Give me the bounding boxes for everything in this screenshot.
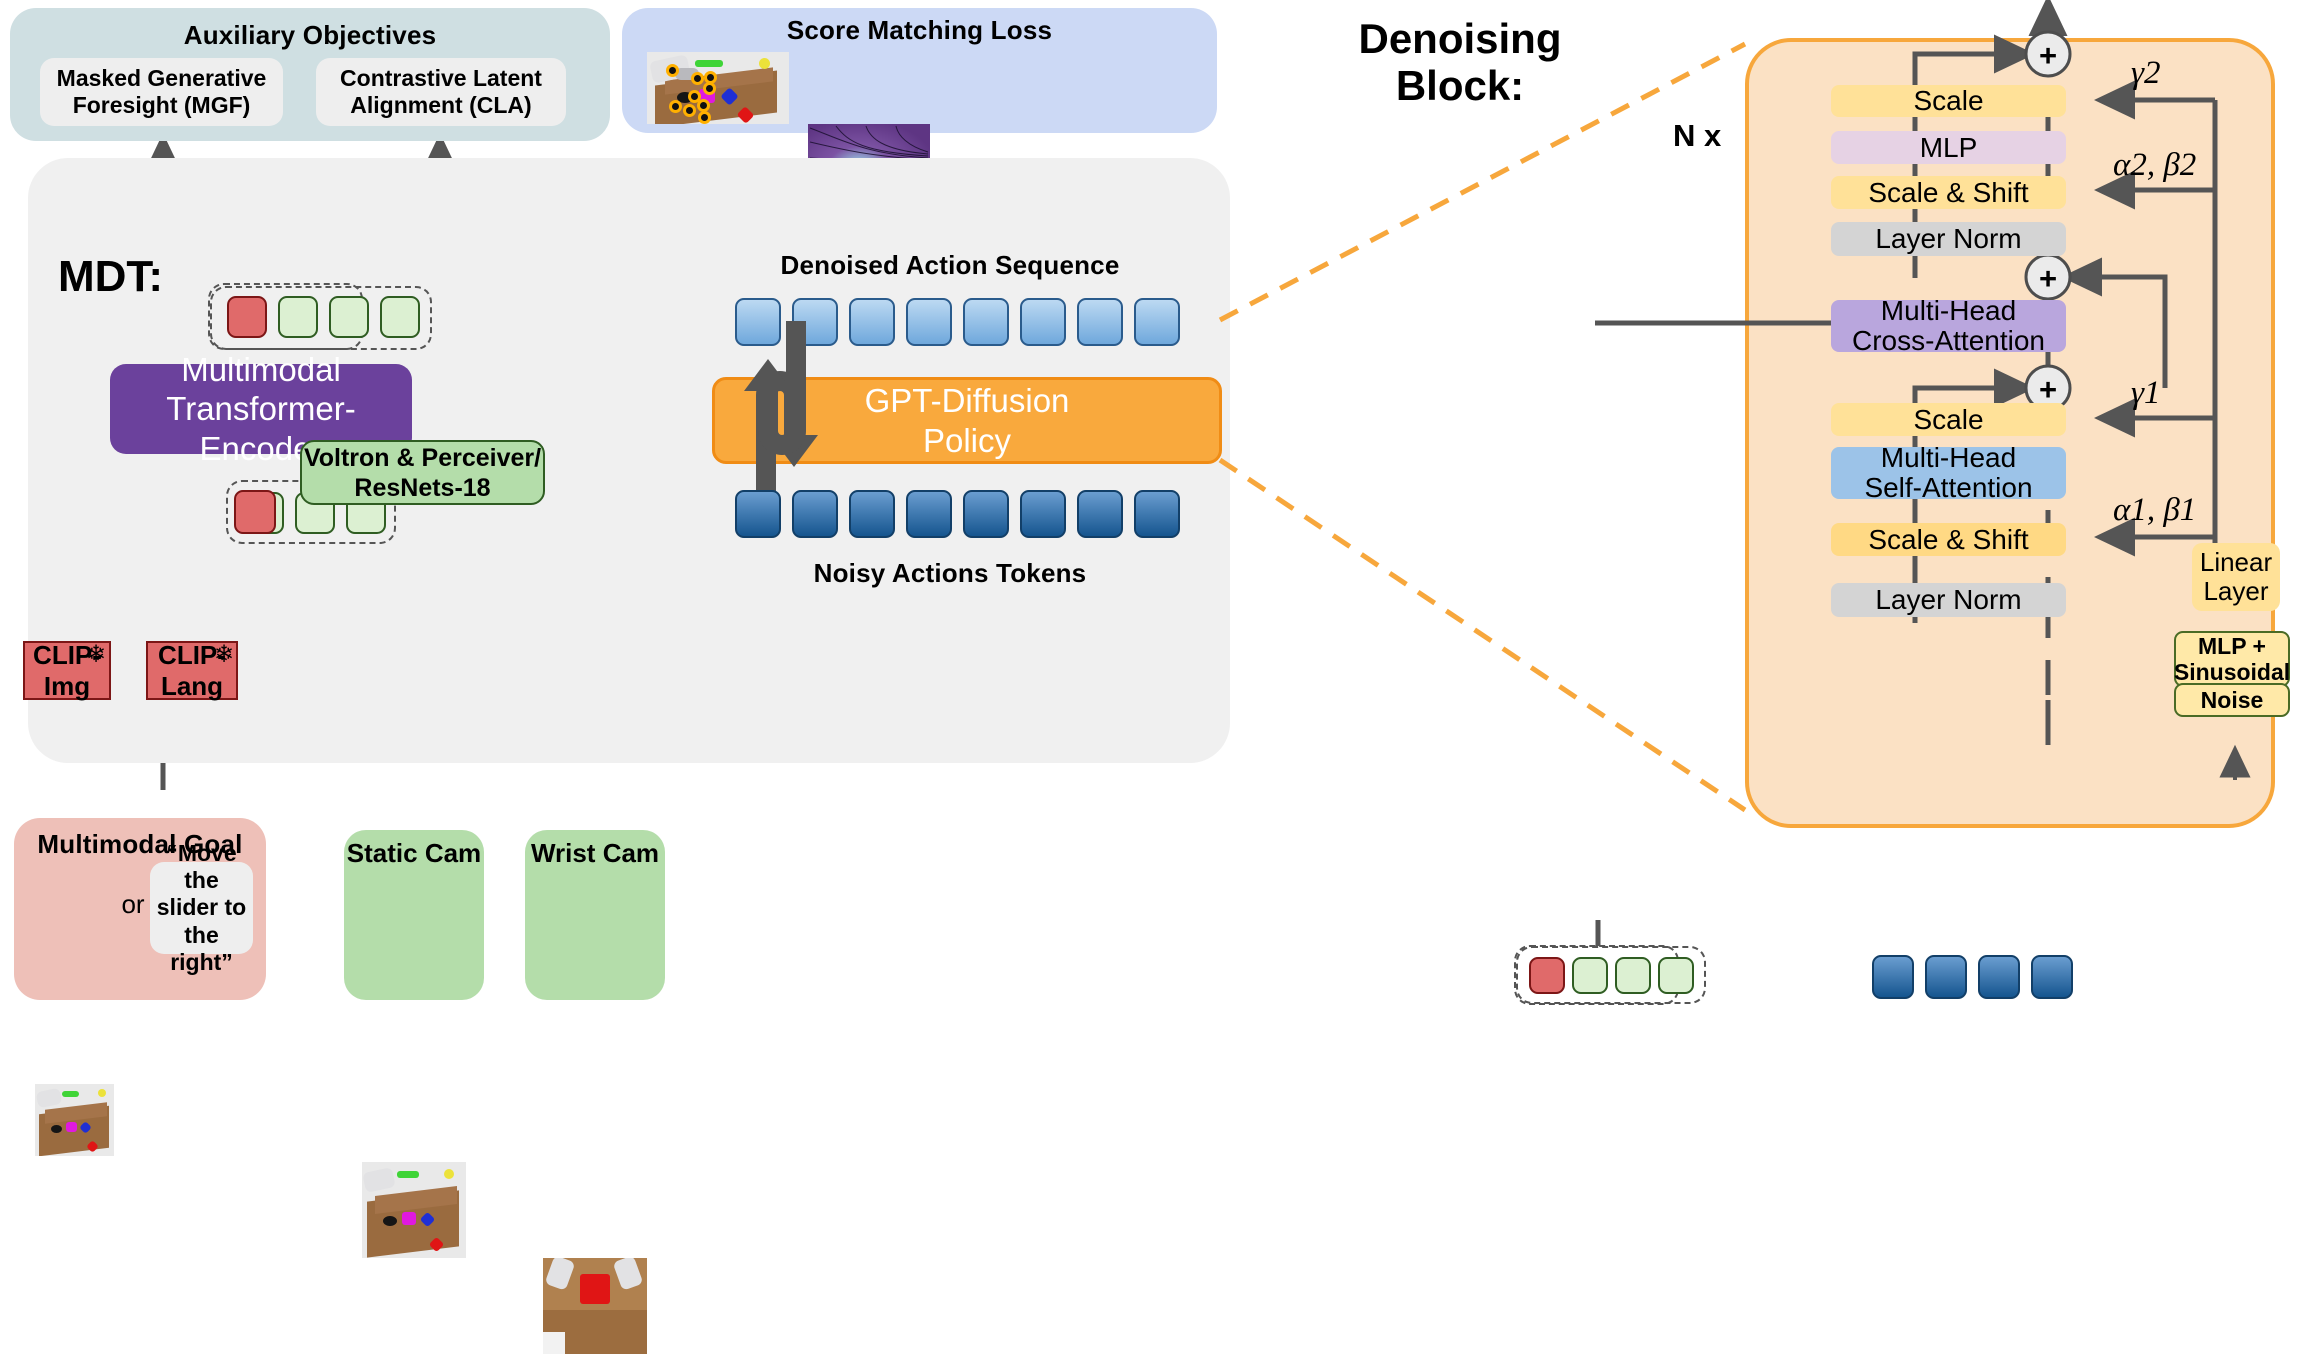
aux-item-cla: Contrastive Latent Alignment (CLA) (316, 58, 566, 126)
goal-scene-image (35, 1084, 114, 1156)
noisy-token (1134, 490, 1180, 538)
denoised-token (849, 298, 895, 346)
denoised-token (1077, 298, 1123, 346)
goal-instruction-text: “Move the slider to the right” (156, 840, 247, 975)
row-cross-attention-label: Multi-Head Cross-Attention (1852, 294, 2045, 356)
goal-or-label: or (121, 888, 145, 919)
denoising-noisy-token (1978, 955, 2020, 999)
noisy-actions-tokens-label: Noisy Actions Tokens (813, 557, 1087, 588)
noisy-tokens-row (735, 490, 1215, 538)
row-scale-shift-1-label: Scale & Shift (1868, 523, 2029, 555)
row-scale-2-label: Scale (1913, 85, 1984, 117)
svg-text:+: + (2039, 372, 2057, 407)
noisy-token (849, 490, 895, 538)
row-mlp-label: MLP (1919, 131, 1978, 163)
denoising-noisy-token (1872, 955, 1914, 999)
noisy-token (906, 490, 952, 538)
linear-layer-label: Linear Layer (2199, 546, 2273, 606)
noisy-token (1077, 490, 1123, 538)
mdt-title: MDT: (58, 252, 164, 301)
vision-backbone[interactable]: Voltron & Perceiver/ ResNets-18 (300, 440, 545, 505)
row-scale-1[interactable]: Scale (1831, 403, 2066, 436)
row-scale-shift-2[interactable]: Scale & Shift (1831, 176, 2066, 209)
noise-box[interactable]: Noise (2174, 683, 2290, 717)
alpha-beta-2-label: α2, β2 (2113, 147, 2197, 183)
denoising-noisy-tokens-row (1872, 955, 2073, 999)
noisy-token (963, 490, 1009, 538)
denoised-token (963, 298, 1009, 346)
row-scale-2[interactable]: Scale (1831, 85, 2066, 117)
denoising-noisy-token (1925, 955, 1967, 999)
wrist-cam-label: Wrist Cam (530, 837, 660, 868)
alpha-beta-1-label: α1, β1 (2113, 492, 2197, 528)
denoised-token (906, 298, 952, 346)
mdt-token-group-top-frame (210, 286, 432, 350)
policy-label: GPT-Diffusion Policy (864, 381, 1070, 459)
denoising-noisy-token (2031, 955, 2073, 999)
row-layer-norm-2-label: Layer Norm (1875, 223, 2022, 255)
aux-item-cla-label: Contrastive Latent Alignment (CLA) (340, 64, 542, 118)
denoising-block-repeat-label: N x (1673, 118, 1722, 153)
diffusion-loop-icon (744, 321, 818, 505)
row-layer-norm-1[interactable]: Layer Norm (1831, 583, 2066, 617)
aux-item-mgf: Masked Generative Foresight (MGF) (40, 58, 283, 126)
noise-label: Noise (2200, 686, 2264, 713)
denoised-token (1020, 298, 1066, 346)
gamma-2-label: γ2 (2131, 55, 2161, 91)
token-red-goal-visible (234, 490, 276, 534)
cond-token-feed-line (1595, 920, 1601, 946)
noisy-token (735, 490, 781, 538)
noisy-token (1020, 490, 1066, 538)
static-cam-image (362, 1162, 466, 1258)
denoised-action-sequence-label: Denoised Action Sequence (780, 249, 1120, 280)
row-scale-1-label: Scale (1913, 403, 1984, 435)
score-scene-scattered (647, 52, 789, 124)
goal-instruction: “Move the slider to the right” (150, 840, 253, 975)
snowflake-icon: ❄ (214, 641, 235, 668)
row-mlp[interactable]: MLP (1831, 131, 2066, 164)
snowflake-icon: ❄ (86, 641, 107, 668)
row-self-attention[interactable]: Multi-Head Self-Attention (1831, 442, 2066, 503)
score-matching-loss-title: Score Matching Loss (786, 14, 1053, 45)
row-cross-attention[interactable]: Multi-Head Cross-Attention (1831, 295, 2066, 356)
static-cam-label: Static Cam (346, 837, 482, 868)
expander-dashed-lines (1218, 41, 1747, 813)
row-scale-shift-1[interactable]: Scale & Shift (1831, 523, 2066, 556)
gamma-1-label: γ1 (2131, 375, 2161, 411)
row-layer-norm-1-label: Layer Norm (1875, 584, 2022, 616)
row-scale-shift-2-label: Scale & Shift (1868, 176, 2029, 208)
wrist-cam-image (543, 1258, 647, 1354)
denoised-token (1134, 298, 1180, 346)
mlp-sinusoidal-label: MLP + Sinusoidal (2173, 632, 2291, 685)
row-layer-norm-2[interactable]: Layer Norm (1831, 222, 2066, 256)
svg-text:+: + (2039, 261, 2057, 296)
svg-text:+: + (2039, 38, 2057, 73)
vision-backbone-label: Voltron & Perceiver/ ResNets-18 (303, 443, 542, 502)
linear-layer[interactable]: Linear Layer (2192, 543, 2280, 611)
auxiliary-objectives-title: Auxiliary Objectives (183, 19, 437, 50)
aux-item-mgf-label: Masked Generative Foresight (MGF) (56, 64, 267, 118)
noisy-token (792, 490, 838, 538)
mlp-sinusoidal[interactable]: MLP + Sinusoidal (2174, 631, 2290, 687)
row-self-attention-label: Multi-Head Self-Attention (1864, 441, 2033, 503)
